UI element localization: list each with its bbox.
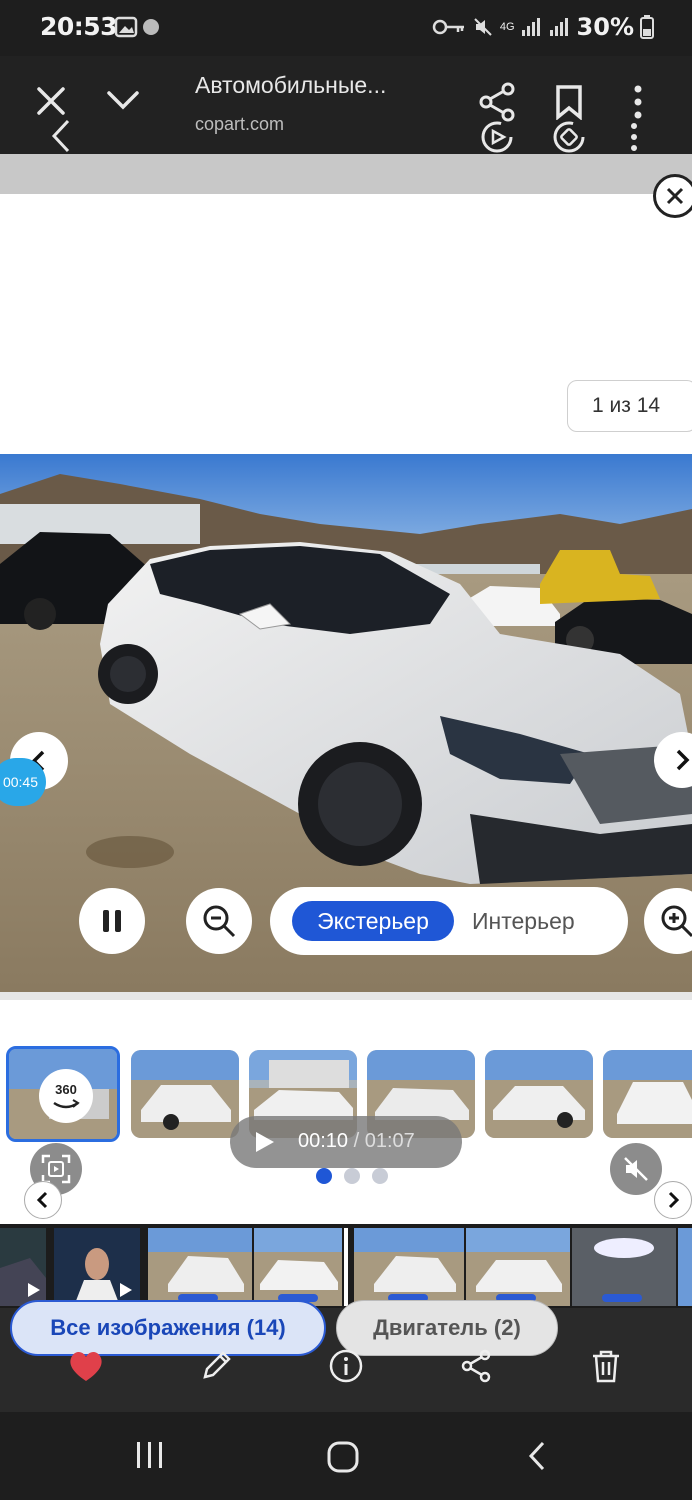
zoom-in-icon	[661, 905, 692, 938]
page-content: 1 из 14 00:45 Экстерьер Интерьер 360 00:…	[0, 154, 692, 1224]
zoom-out-icon	[203, 905, 236, 938]
video-time: 00:10 / 01:07	[298, 1130, 415, 1153]
volume-off-icon	[624, 1157, 648, 1181]
browser-toolbar: Автомобильные... copart.com	[0, 56, 692, 154]
chevron-left-icon	[36, 1191, 48, 1209]
more-menu-icon-2[interactable]	[628, 122, 640, 152]
rotate-icon[interactable]	[552, 120, 586, 154]
filmstrip-frame	[254, 1228, 342, 1306]
signal-icon-2	[549, 18, 568, 36]
filmstrip-playhead	[344, 1228, 348, 1306]
thumbnail-5[interactable]	[485, 1050, 593, 1138]
dot-active[interactable]	[316, 1168, 332, 1184]
thumbnail-6[interactable]	[603, 1050, 692, 1138]
divider	[0, 992, 692, 1000]
system-nav-bar	[0, 1412, 692, 1500]
battery-percent: 30%	[576, 13, 634, 41]
network-type: 4G	[499, 21, 515, 33]
pause-button[interactable]	[79, 888, 145, 954]
filmstrip-frame	[148, 1228, 252, 1306]
video-play-icon[interactable]	[480, 120, 514, 154]
video-current-time: 00:10	[298, 1130, 349, 1152]
thumbnail-image	[603, 1050, 692, 1138]
chevron-right-icon	[676, 749, 690, 771]
pause-icon	[103, 910, 121, 932]
rotate-360-icon	[53, 1098, 80, 1108]
exterior-interior-toggle: Экстерьер Интерьер	[270, 887, 628, 955]
back-chevron-icon[interactable]	[50, 118, 72, 154]
delete-button[interactable]	[584, 1344, 628, 1388]
key-icon	[432, 19, 464, 35]
video-separator: /	[348, 1130, 365, 1152]
video-total-time: 01:07	[364, 1130, 415, 1152]
mute-status-icon	[474, 18, 492, 36]
timer-badge: 00:45	[0, 758, 46, 806]
back-icon[interactable]	[526, 1440, 548, 1472]
share-button[interactable]	[454, 1344, 498, 1388]
more-menu-icon[interactable]	[632, 84, 644, 120]
exterior-tab[interactable]: Экстерьер	[292, 901, 454, 941]
status-bar: 20:53 4G 30%	[0, 0, 692, 56]
filmstrip-frame	[0, 1228, 46, 1306]
all-images-chip[interactable]: Все изображения (14)	[10, 1300, 326, 1356]
page-url: copart.com	[195, 114, 285, 134]
filmstrip-frame	[572, 1228, 676, 1306]
dot[interactable]	[372, 1168, 388, 1184]
mute-button[interactable]	[610, 1143, 662, 1195]
chevron-down-icon[interactable]	[106, 88, 140, 112]
dot[interactable]	[344, 1168, 360, 1184]
carousel-dots	[316, 1168, 396, 1184]
image-counter: 1 из 14	[567, 380, 692, 432]
chevron-right-icon	[668, 1191, 680, 1209]
filmstrip-frame	[466, 1228, 570, 1306]
bookmark-icon[interactable]	[554, 84, 584, 120]
video-filmstrip[interactable]	[0, 1224, 692, 1308]
thumbnail-360[interactable]: 360	[6, 1046, 120, 1142]
close-icon	[666, 187, 684, 205]
close-icon[interactable]	[36, 86, 66, 116]
share-icon	[461, 1349, 491, 1383]
screen-capture-icon	[41, 1154, 71, 1184]
thumbnail-image	[131, 1050, 239, 1138]
engine-chip[interactable]: Двигатель (2)	[336, 1300, 558, 1356]
pencil-icon	[203, 1351, 231, 1379]
rotate-360-badge: 360	[39, 1069, 93, 1123]
badge-360-label: 360	[55, 1081, 77, 1097]
filmstrip-frame	[54, 1228, 140, 1306]
trash-icon	[593, 1350, 619, 1383]
thumbnail-2[interactable]	[131, 1050, 239, 1138]
edit-button[interactable]	[194, 1344, 238, 1388]
interior-tab[interactable]: Интерьер	[472, 901, 612, 941]
recent-apps-icon[interactable]	[134, 1440, 166, 1470]
zoom-out-button[interactable]	[186, 888, 252, 954]
video-controls: 00:10 / 01:07	[230, 1116, 462, 1168]
home-icon[interactable]	[326, 1440, 360, 1474]
gallery-notification-icon	[114, 16, 159, 38]
thumbnail-image	[485, 1050, 593, 1138]
signal-icon	[521, 18, 540, 36]
heart-icon	[70, 1351, 102, 1381]
gallery-bottom-bar: Все изображения (14) Двигатель (2)	[0, 1300, 692, 1412]
battery-icon	[640, 15, 654, 39]
page-title: Автомобильные...	[195, 72, 387, 98]
share-icon[interactable]	[478, 82, 516, 122]
thumbs-prev-button[interactable]	[24, 1181, 62, 1219]
info-icon	[329, 1349, 363, 1383]
play-icon[interactable]	[252, 1130, 276, 1154]
filmstrip-frame	[678, 1228, 692, 1306]
header-strip	[0, 154, 692, 194]
filmstrip-frame	[354, 1228, 464, 1306]
favorite-button[interactable]	[64, 1344, 108, 1388]
viewer-close-button[interactable]	[653, 174, 692, 218]
thumbs-next-button[interactable]	[654, 1181, 692, 1219]
status-time: 20:53	[40, 12, 118, 41]
info-button[interactable]	[324, 1344, 368, 1388]
